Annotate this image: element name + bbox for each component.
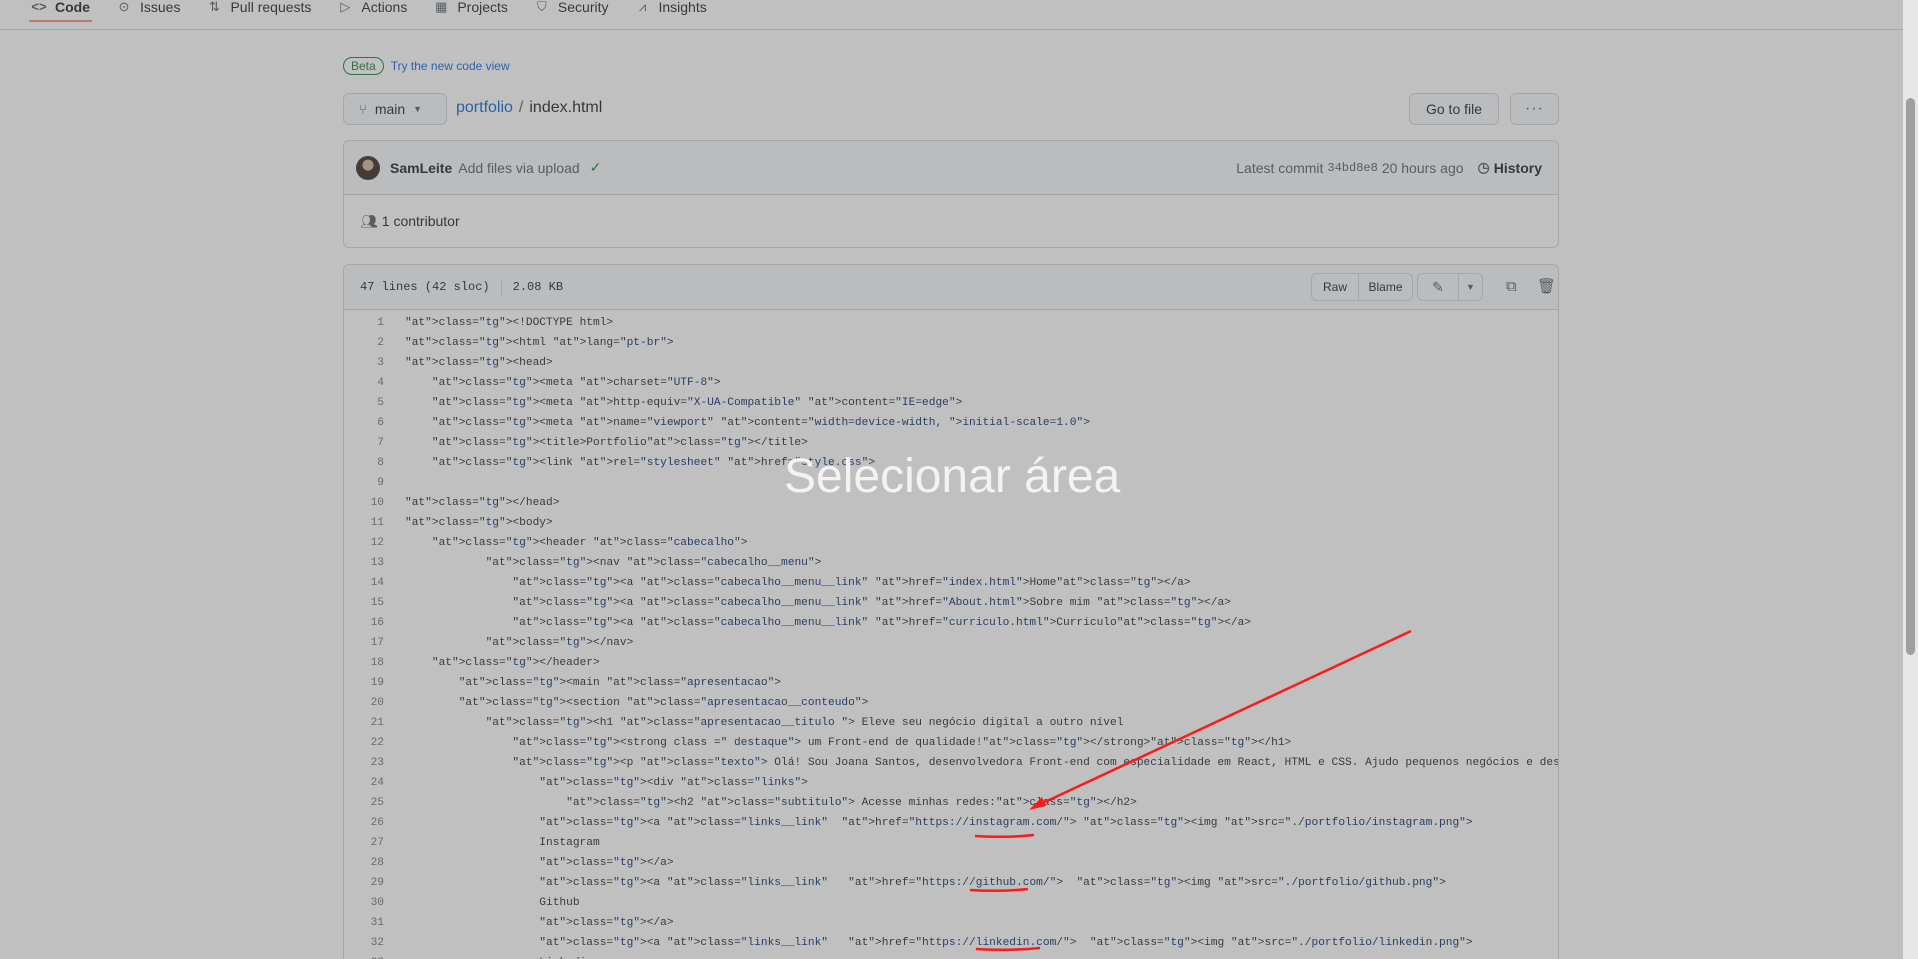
underline-linkedin-path <box>975 946 1041 952</box>
annotation-arrow-line <box>1031 629 1412 810</box>
scrollbar-thumb[interactable] <box>1906 98 1915 655</box>
underline-github-path <box>969 887 1029 893</box>
underline-instagram-path <box>974 833 1035 839</box>
screen: <> Code ⊙ Issues ⇅ Pull requests ▷ Actions ▦ Proj… <box>0 0 1918 959</box>
page-scrollbar[interactable] <box>1903 0 1918 959</box>
red-annotations <box>969 629 1412 952</box>
annotation-arrow-head <box>1029 797 1046 810</box>
